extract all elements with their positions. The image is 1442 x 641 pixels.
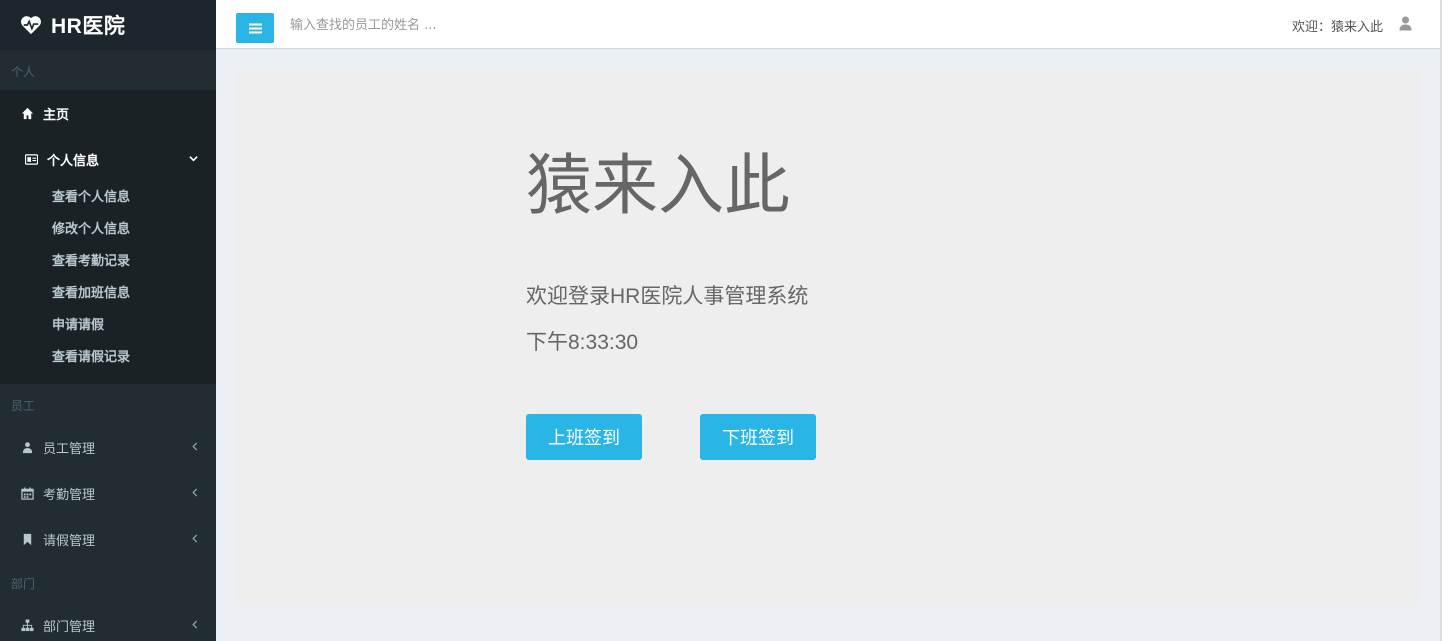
chevron-left-icon (191, 532, 198, 546)
sidebar-item-home-label: 主页 (43, 107, 70, 123)
sidebar-item-leave-management[interactable]: 请假管理 (0, 516, 216, 562)
sub-item-apply-leave[interactable]: 申请请假 (0, 310, 216, 342)
sidebar-item-employee-management[interactable]: 员工管理 (0, 424, 216, 470)
bookmark-icon (20, 532, 34, 546)
chevron-down-icon (189, 152, 198, 166)
sidebar-item-employee-management-label: 员工管理 (43, 441, 96, 457)
welcome-subtitle: 欢迎登录HR医院人事管理系统 (526, 285, 809, 308)
chevron-left-icon (191, 440, 198, 454)
personal-info-submenu: 查看个人信息 修改个人信息 查看考勤记录 查看加班信息 申请请假 查看请假记录 (0, 182, 216, 384)
sidebar-toggle-button[interactable] (236, 13, 274, 43)
sidebar-item-department-management[interactable]: 部门管理 (0, 602, 216, 641)
home-icon (20, 106, 34, 120)
logo[interactable]: HR医院 (0, 0, 216, 50)
employee-search-input[interactable] (282, 12, 698, 38)
check-out-button[interactable]: 下班签到 (700, 414, 816, 460)
chevron-left-icon (191, 618, 198, 632)
sub-item-edit-personal-info[interactable]: 修改个人信息 (0, 214, 216, 246)
chevron-left-icon (191, 486, 198, 500)
sidebar: HR医院 个人 主页 个人信息 查看个人信息 修改个人信息 查看考勤记录 查看加… (0, 0, 216, 641)
welcome-panel: 猿来入此 欢迎登录HR医院人事管理系统 下午8:33:30 上班签到 下班签到 (236, 70, 1420, 605)
page-title: 猿来入此 (526, 148, 790, 222)
heartbeat-icon (21, 16, 41, 35)
top-header: 欢迎：猿来入此 (216, 0, 1442, 49)
sidebar-item-attendance-management[interactable]: 考勤管理 (0, 470, 216, 516)
section-header-personal: 个人 (11, 65, 36, 79)
sidebar-item-home[interactable]: 主页 (0, 90, 216, 136)
welcome-text: 欢迎：猿来入此 (1291, 20, 1383, 35)
sidebar-item-department-management-label: 部门管理 (43, 619, 96, 635)
user-icon[interactable] (1399, 16, 1412, 31)
sitemap-icon (20, 618, 34, 632)
sub-item-view-leave-records[interactable]: 查看请假记录 (0, 342, 216, 374)
id-card-icon (24, 152, 38, 166)
sub-item-view-attendance[interactable]: 查看考勤记录 (0, 246, 216, 278)
sub-item-view-personal-info[interactable]: 查看个人信息 (0, 182, 216, 214)
sidebar-item-leave-management-label: 请假管理 (43, 533, 96, 549)
users-icon (20, 440, 34, 454)
section-header-department: 部门 (11, 577, 36, 591)
sub-item-view-overtime[interactable]: 查看加班信息 (0, 278, 216, 310)
sidebar-item-attendance-management-label: 考勤管理 (43, 487, 96, 503)
sidebar-item-personal-info-label: 个人信息 (47, 153, 100, 169)
current-time: 下午8:33:30 (526, 331, 639, 354)
section-header-employee: 员工 (11, 399, 36, 413)
sidebar-item-personal-info[interactable]: 个人信息 (0, 136, 216, 182)
check-in-button[interactable]: 上班签到 (526, 414, 642, 460)
bars-icon (248, 23, 262, 33)
logo-text: HR医院 (51, 15, 126, 38)
calendar-icon (20, 486, 34, 500)
